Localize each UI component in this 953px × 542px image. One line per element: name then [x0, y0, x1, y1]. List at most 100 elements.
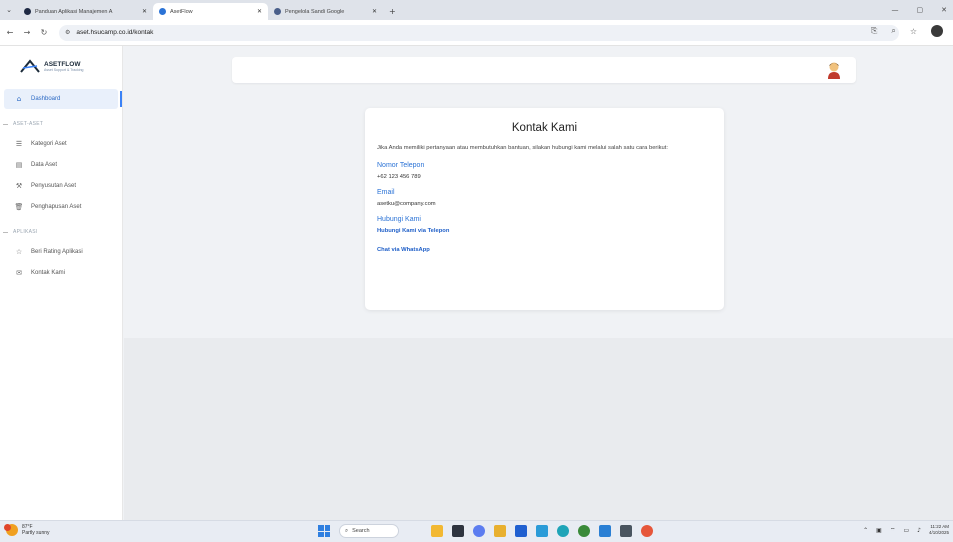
asetflow-logo-icon	[20, 59, 40, 73]
weather-desc: Partly sunny	[22, 530, 50, 536]
sidebar-item-kontak-kami[interactable]: ✉ Kontak Kami	[0, 263, 122, 283]
minimize-icon[interactable]: —	[892, 6, 899, 14]
sidebar-item-label: Kategori Aset	[31, 141, 67, 147]
sidebar-item-label: Kontak Kami	[31, 270, 66, 276]
tab-asetflow[interactable]: AsetFlow ✕	[153, 3, 268, 20]
home-icon: ⌂	[16, 95, 22, 103]
address-bar: ← → ↻ ⚙ aset.hsucamp.co.id/kontak ⎘ ⌕ ☆	[0, 20, 953, 46]
calendar-icon: ▤	[15, 161, 23, 169]
trash-icon: 🗑	[14, 203, 24, 211]
forward-icon[interactable]: →	[20, 28, 34, 37]
sidebar-item-penyusutan-aset[interactable]: ⚒ Penyusutan Aset	[0, 176, 122, 196]
tab-label: Pengelola Sandi Google	[285, 8, 345, 15]
brand-name: ASETFLOW	[44, 60, 81, 68]
file-explorer-icon[interactable]	[431, 525, 443, 537]
sidebar-item-beri-rating[interactable]: ☆ Beri Rating Aplikasi	[0, 242, 122, 262]
reload-icon[interactable]: ↻	[37, 28, 51, 37]
close-window-icon[interactable]: ✕	[941, 6, 947, 14]
photos-icon[interactable]	[536, 525, 548, 537]
bookmark-star-icon[interactable]: ☆	[910, 27, 917, 36]
tab-label: Panduan Aplikasi Manajemen A	[35, 8, 113, 15]
display-icon[interactable]: ▭	[903, 527, 909, 534]
paint-icon[interactable]	[641, 525, 653, 537]
weather-sun-icon	[4, 524, 18, 536]
restore-icon[interactable]: ▢	[917, 6, 924, 14]
search-placeholder: Search	[352, 528, 370, 534]
whatsapp-link[interactable]: Chat via WhatsApp	[377, 247, 712, 253]
chevron-up-icon[interactable]: ⌃	[863, 527, 868, 534]
brand-logo[interactable]: ASETFLOW Asset Support & Tracking	[0, 46, 122, 86]
sidebar-section-aset: ASET-ASET	[0, 115, 122, 133]
tab-label: AsetFlow	[170, 8, 193, 15]
sidebar: ASETFLOW Asset Support & Tracking ⌂ Dash…	[0, 46, 123, 520]
sidebar-item-data-aset[interactable]: ▤ Data Aset	[0, 155, 122, 175]
sidebar-item-label: Penyusutan Aset	[31, 183, 77, 189]
new-tab-button[interactable]: +	[383, 3, 402, 20]
terminal-icon[interactable]	[452, 525, 464, 537]
window-controls: — ▢ ✕	[892, 0, 953, 20]
user-avatar[interactable]	[826, 61, 842, 79]
store-icon[interactable]	[515, 525, 527, 537]
taskbar-search[interactable]: ⌕ Search	[339, 524, 399, 538]
sidebar-item-label: Penghapusan Aset	[31, 204, 82, 210]
key-icon	[274, 8, 281, 15]
tab-panduan[interactable]: Panduan Aplikasi Manajemen A ✕	[18, 3, 153, 20]
network-icon[interactable]: ⌔	[890, 526, 896, 534]
tab-google-passwords[interactable]: Pengelola Sandi Google ✕	[268, 3, 383, 20]
zoom-icon[interactable]: ⌕	[891, 26, 895, 36]
sidebar-section-aplikasi: APLIKASI	[0, 223, 122, 241]
top-header	[232, 57, 856, 83]
sidebar-item-label: Dashboard	[31, 96, 61, 102]
page-title: Kontak Kami	[511, 122, 578, 134]
sidebar-item-kategori-aset[interactable]: ☰ Kategori Aset	[0, 134, 122, 154]
taskbar: 87°F Partly sunny ⌕ Search ⌃ ▣ ⌔ ▭ ♪ 11:…	[0, 520, 953, 542]
back-icon[interactable]: ←	[3, 28, 17, 37]
start-icon[interactable]	[318, 525, 330, 537]
sidebar-item-label: Data Aset	[31, 162, 58, 168]
site-info-icon[interactable]: ⚙	[65, 29, 70, 36]
close-icon[interactable]: ✕	[257, 8, 262, 15]
phone-label: Nomor Telepon	[377, 162, 425, 169]
email-label: Email	[377, 189, 395, 196]
copilot-icon[interactable]	[473, 525, 485, 537]
contact-intro: Jika Anda memiliki pertanyaan atau membu…	[377, 145, 668, 151]
mail-icon: ✉	[16, 269, 22, 277]
list-icon: ☰	[15, 140, 23, 148]
email-value: asetku@company.com	[377, 201, 436, 207]
contact-us-label: Hubungi Kami	[377, 216, 421, 223]
clock[interactable]: 11:22 AM 4/10/2025	[929, 524, 949, 536]
close-icon[interactable]: ✕	[142, 8, 147, 15]
call-link[interactable]: Hubungi Kami via Telepon	[377, 228, 712, 234]
system-tray: ⌃ ▣ ⌔ ▭ ♪ 11:22 AM 4/10/2025	[863, 524, 949, 536]
content-background	[124, 338, 953, 520]
sidebar-item-dashboard[interactable]: ⌂ Dashboard	[4, 89, 122, 109]
taskbar-apps: ⌕ Search	[318, 524, 653, 538]
volume-icon[interactable]: ♪	[917, 527, 921, 534]
app-tray-icon[interactable]: ▣	[876, 527, 882, 534]
url-text: aset.hsucamp.co.id/kontak	[76, 29, 154, 36]
tool-icon: ⚒	[15, 182, 23, 190]
brand-tagline: Asset Support & Tracking	[44, 67, 84, 72]
contact-card: Kontak Kami Jika Anda memiliki pertanyaa…	[365, 108, 724, 310]
weather-widget[interactable]: 87°F Partly sunny	[4, 524, 50, 536]
sidebar-item-penghapusan-aset[interactable]: 🗑 Penghapusan Aset	[0, 197, 122, 217]
close-icon[interactable]: ✕	[372, 8, 377, 15]
asetflow-logo-icon	[159, 8, 166, 15]
chevron-down-icon[interactable]: ⌄	[0, 0, 18, 20]
profile-avatar[interactable]	[931, 25, 943, 37]
translate-icon[interactable]: ⎘	[871, 26, 877, 36]
folder-icon[interactable]	[494, 525, 506, 537]
edge-icon[interactable]	[557, 525, 569, 537]
clock-date: 4/10/2025	[928, 530, 949, 535]
url-input[interactable]: ⚙ aset.hsucamp.co.id/kontak	[59, 24, 899, 41]
globe-icon	[24, 8, 31, 15]
search-icon: ⌕	[345, 527, 349, 534]
sidebar-item-label: Beri Rating Aplikasi	[31, 249, 83, 255]
vscode-icon[interactable]	[599, 525, 611, 537]
star-icon: ☆	[15, 248, 23, 256]
browser-actions: ⎘ ⌕ ☆	[871, 25, 943, 37]
phone-value: +62 123 456 789	[377, 174, 421, 180]
chrome-icon[interactable]	[578, 525, 590, 537]
calculator-icon[interactable]	[620, 525, 632, 537]
browser-tabbar: ⌄ Panduan Aplikasi Manajemen A ✕ AsetFlo…	[0, 0, 953, 20]
